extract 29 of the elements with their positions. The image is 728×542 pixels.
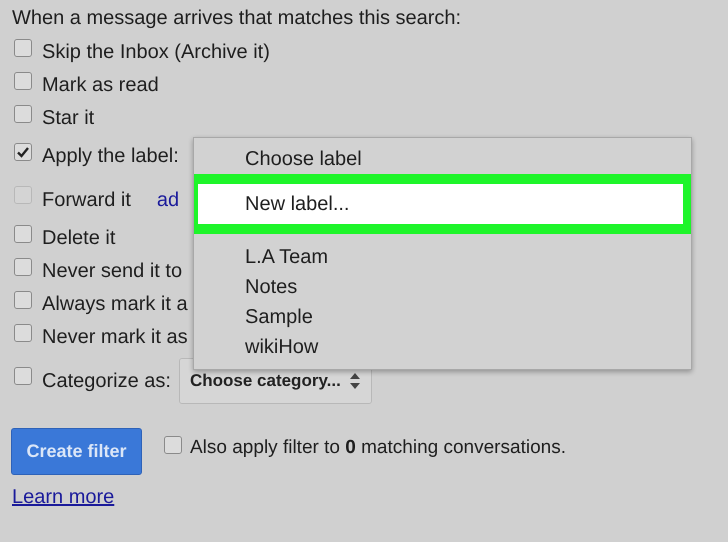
checkbox[interactable] (14, 142, 32, 160)
sort-arrows-icon (348, 371, 361, 391)
section-heading: When a message arrives that matches this search: (12, 6, 462, 30)
menu-item[interactable]: Sample (194, 302, 691, 332)
option-label: Apply the label: (42, 145, 179, 168)
option-label: Never mark it as (42, 326, 188, 349)
option-label: Skip the Inbox (Archive it) (42, 41, 270, 64)
checkbox[interactable] (14, 367, 32, 385)
menu-item[interactable]: Choose label (194, 144, 691, 174)
checkbox[interactable] (14, 324, 32, 342)
checkbox[interactable] (14, 258, 32, 276)
menu-item[interactable]: New label... (194, 174, 691, 234)
menu-item[interactable]: L.A Team (194, 242, 691, 272)
option-label: Mark as read (42, 74, 159, 97)
checkbox[interactable] (14, 104, 32, 122)
option-label: Never send it to (42, 260, 182, 283)
option-label: Categorize as: (42, 370, 171, 392)
checkbox[interactable] (14, 290, 32, 308)
option-label: Forward it (42, 188, 131, 212)
menu-item[interactable]: Notes (194, 272, 691, 302)
learn-more-link[interactable]: Learn more (12, 486, 114, 509)
checkbox[interactable] (14, 38, 32, 56)
option-label: Always mark it a (42, 293, 188, 316)
checkbox[interactable] (14, 224, 32, 242)
checkbox[interactable] (164, 436, 182, 454)
option-label: Star it (42, 107, 94, 130)
option-label: Delete it (42, 227, 116, 250)
checkbox[interactable] (14, 72, 32, 90)
apply-existing-label: Also apply filter to 0 matching conversations. (190, 437, 566, 459)
